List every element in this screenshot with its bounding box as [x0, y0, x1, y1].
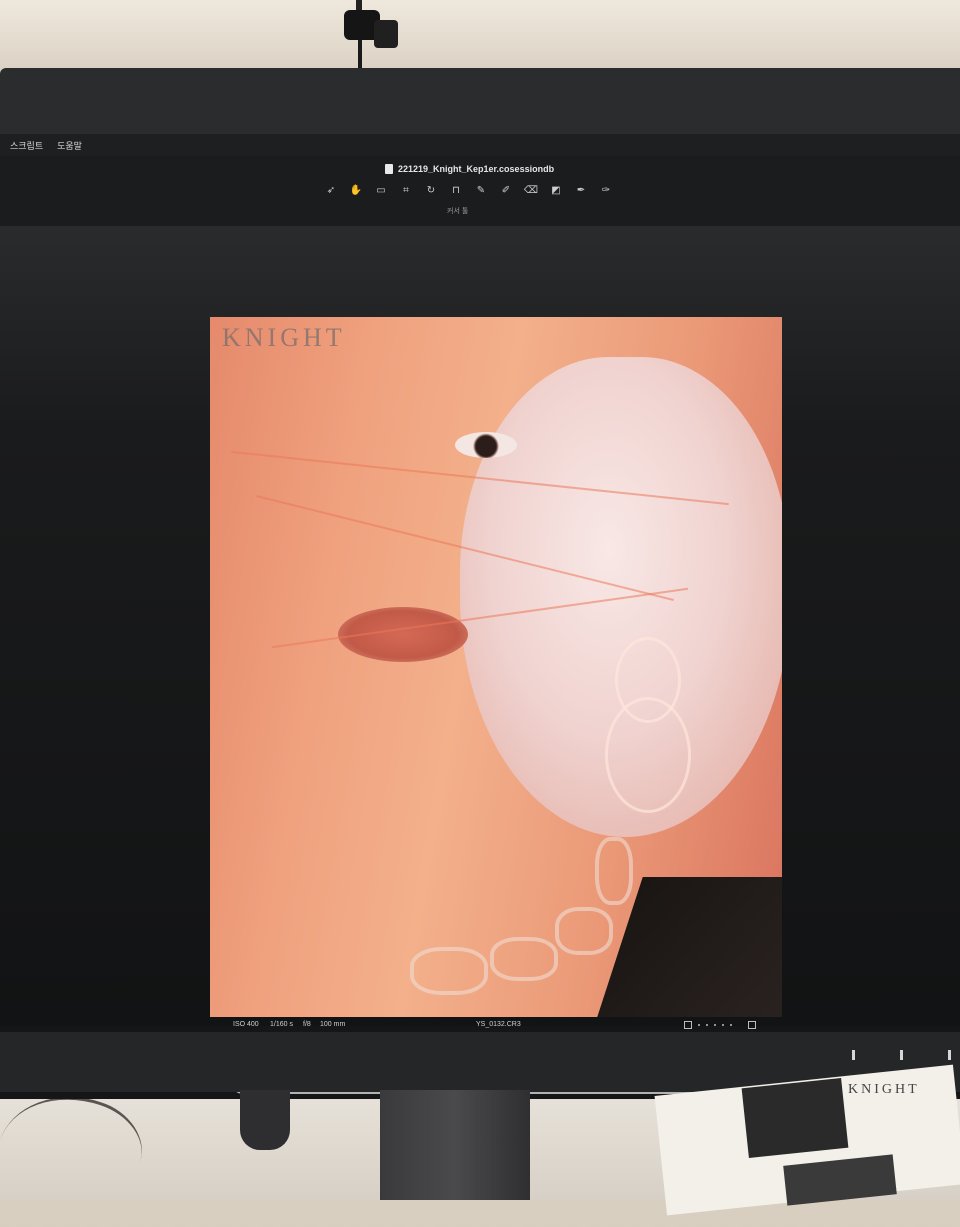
magazine-logo: KNIGHT — [222, 323, 346, 352]
fit-view-icon[interactable] — [748, 1021, 756, 1029]
iso-value: ISO 400 — [233, 1021, 259, 1028]
monitor-stand — [380, 1090, 530, 1200]
window-title-text: 221219_Knight_Kep1er.cosessiondb — [398, 164, 555, 174]
monitor-button[interactable] — [948, 1050, 951, 1060]
monitor-button[interactable] — [900, 1050, 903, 1060]
hand-tool-icon[interactable]: ✋ — [347, 183, 365, 197]
menu-item-help[interactable]: 도움말 — [57, 139, 82, 152]
view-mode-icon[interactable] — [684, 1021, 692, 1029]
photo-preview[interactable]: KNIGHT — [210, 317, 782, 1017]
menu-item-script[interactable]: 스크립트 — [10, 139, 43, 152]
menu-bar: 스크립트 도움말 — [0, 134, 960, 156]
rotate-tool-icon[interactable]: ↻ — [422, 183, 440, 197]
dot-icon — [714, 1024, 716, 1026]
magazine-photo — [741, 1077, 849, 1159]
dot-icon — [722, 1024, 724, 1026]
shutter-value: 1/160 s — [270, 1021, 293, 1028]
eyedropper-tool-icon[interactable]: ✎ — [472, 183, 490, 197]
crop-tool-icon[interactable]: ⌗ — [397, 183, 415, 197]
photo-earring-lower — [605, 697, 691, 813]
window-titlebar: 221219_Knight_Kep1er.cosessiondb ➶ ✋ ▭ ⌗ ↻ ⊓ ✎… — [0, 156, 960, 226]
monitor: 스크립트 도움말 221219_Knight_Kep1er.cosessiond… — [0, 68, 960, 1099]
pen-tool-icon[interactable]: ✑ — [597, 183, 615, 197]
magazine-title: KNIGHT — [848, 1082, 920, 1097]
viewer-canvas[interactable]: KNIGHT — [0, 226, 960, 1026]
dot-icon — [730, 1024, 732, 1026]
brush-tool-icon[interactable]: ✐ — [497, 183, 515, 197]
photo-chain-link-4 — [410, 947, 488, 995]
aperture-value: f/8 — [303, 1021, 311, 1028]
gradient-tool-icon[interactable]: ◩ — [547, 183, 565, 197]
focal-length-value: 100 mm — [320, 1021, 346, 1028]
screen: 스크립트 도움말 221219_Knight_Kep1er.cosessiond… — [0, 134, 960, 1099]
photo-chain-link-2 — [555, 907, 613, 955]
image-filename: YS_0132.CR3 — [476, 1021, 521, 1028]
monitor-arm — [240, 1090, 290, 1150]
window-title: 221219_Knight_Kep1er.cosessiondb — [385, 164, 554, 174]
stamp-tool-icon[interactable]: ▭ — [372, 183, 390, 197]
photo-eye — [455, 432, 517, 458]
dot-icon — [706, 1024, 708, 1026]
view-controls[interactable] — [684, 1021, 756, 1029]
photo-chain-link-3 — [490, 937, 558, 981]
ruler-tool-icon[interactable]: ⊓ — [447, 183, 465, 197]
select-tool-icon[interactable]: ➶ — [322, 183, 340, 197]
studio-light — [344, 0, 398, 70]
eraser-tool-icon[interactable]: ⌫ — [522, 183, 540, 197]
cursor-tool-label: 커서 툴 — [447, 208, 469, 215]
tool-palette: ➶ ✋ ▭ ⌗ ↻ ⊓ ✎ ✐ ⌫ ◩ ✒ ✑ — [322, 183, 615, 197]
photo-chain-link-1 — [595, 837, 633, 905]
dot-icon — [698, 1024, 700, 1026]
monitor-button[interactable] — [852, 1050, 855, 1060]
document-icon — [385, 164, 393, 174]
annotate-tool-icon[interactable]: ✒ — [572, 183, 590, 197]
